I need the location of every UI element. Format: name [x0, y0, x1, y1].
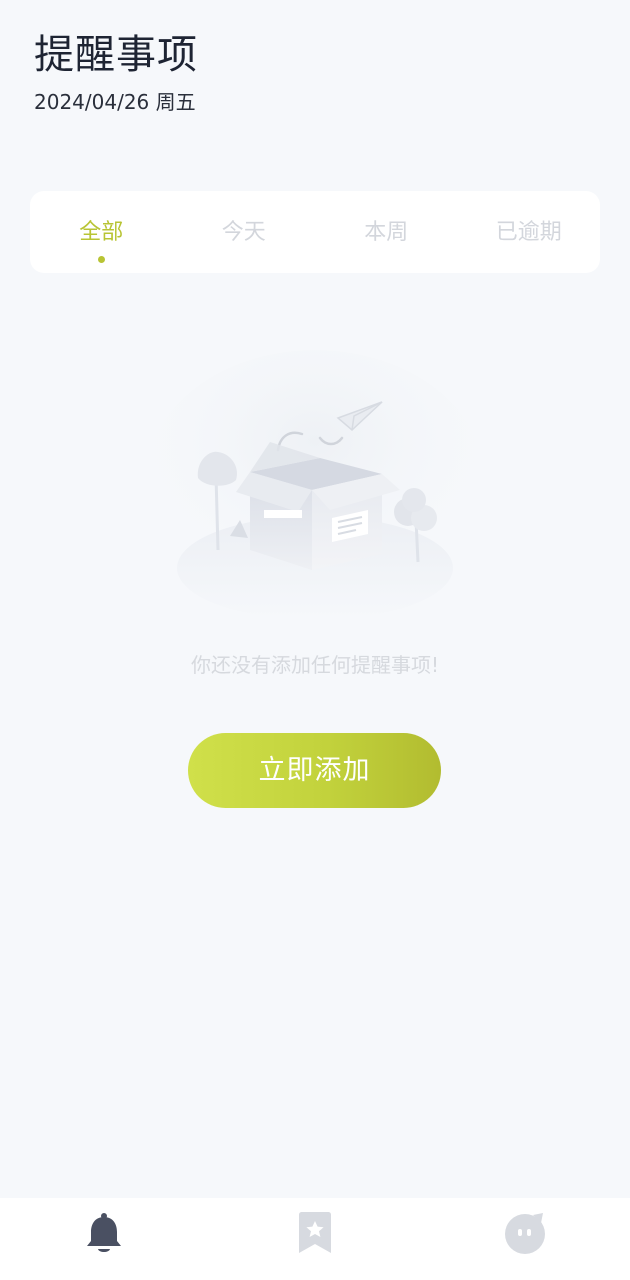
- empty-box-illustration: [140, 350, 490, 630]
- header: 提醒事项 2024/04/26 周五: [34, 28, 198, 116]
- bookmark-star-icon: [299, 1212, 331, 1253]
- tab-label: 全部: [79, 220, 124, 245]
- tab-today[interactable]: 今天: [173, 191, 316, 273]
- tab-overdue[interactable]: 已逾期: [458, 191, 601, 273]
- active-tab-indicator: [97, 256, 105, 263]
- tab-all[interactable]: 全部: [30, 191, 173, 273]
- page-date: 2024/04/26 周五: [34, 90, 196, 114]
- bell-icon: [87, 1213, 121, 1252]
- face-icon: [505, 1213, 545, 1254]
- bottom-nav: [0, 1198, 630, 1280]
- tab-label: 已逾期: [495, 220, 562, 245]
- tab-label: 本周: [364, 220, 409, 245]
- add-now-button[interactable]: 立即添加: [188, 733, 441, 808]
- page-title: 提醒事项: [34, 32, 198, 78]
- nav-reminders[interactable]: [64, 1198, 144, 1268]
- filter-tabs: 全部 今天 本周 已逾期: [30, 191, 600, 273]
- tab-label: 今天: [221, 220, 266, 245]
- tab-this-week[interactable]: 本周: [315, 191, 458, 273]
- nav-favorites[interactable]: [275, 1198, 355, 1268]
- nav-profile[interactable]: [485, 1198, 565, 1268]
- empty-state-message: 你还没有添加任何提醒事项!: [190, 653, 440, 677]
